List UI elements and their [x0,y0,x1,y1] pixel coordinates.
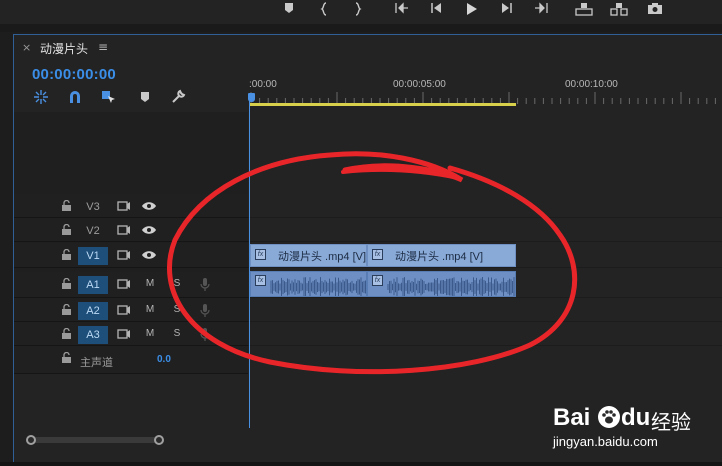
nest-sequence-icon[interactable] [33,89,49,105]
marker-icon[interactable] [280,2,298,18]
solo-button[interactable]: S [171,326,183,342]
master-volume-value[interactable]: 0.0 [157,354,171,365]
zoom-handle-right[interactable] [154,435,164,445]
track-header-master[interactable] [14,346,248,374]
go-to-in-icon[interactable] [393,2,411,18]
microphone-icon[interactable] [196,302,214,318]
lock-icon[interactable] [62,249,71,260]
watermark-brand: Bai [553,404,591,431]
sync-lock-icon[interactable] [115,326,133,342]
ruler-label: 00:00:05:00 [393,79,446,90]
track-name[interactable]: A1 [78,276,108,294]
transport-bar [0,0,722,24]
camera-icon[interactable] [646,2,664,18]
step-forward-icon[interactable] [498,2,516,18]
watermark-jingyan: 经验 [651,410,691,434]
ruler-label: :00:00 [249,79,277,90]
playhead-handle[interactable] [248,93,255,102]
track-header-v2[interactable]: V2 [14,218,248,242]
paw-logo-icon [598,406,620,428]
extract-icon[interactable] [610,2,628,18]
sync-lock-icon[interactable] [115,302,133,318]
eye-icon[interactable] [140,222,158,238]
audio-clip[interactable]: fx [250,271,367,297]
zoom-handle-left[interactable] [26,435,36,445]
fx-badge-icon: fx [255,249,266,260]
track-name[interactable]: A3 [78,326,108,344]
sequence-tab-title[interactable]: 动漫片头 [40,40,88,57]
lock-icon[interactable] [62,328,71,339]
linked-selection-icon[interactable] [101,89,117,105]
lift-icon[interactable] [575,2,593,18]
mute-button[interactable]: M [144,326,156,342]
playhead-line[interactable] [249,100,250,433]
timeline-track-v3[interactable] [248,194,722,218]
track-header-v3[interactable]: V3 [14,194,248,218]
eye-icon[interactable] [140,198,158,214]
bottom-edge [0,462,722,466]
microphone-icon[interactable] [196,276,214,292]
work-area-bar[interactable] [250,103,516,106]
track-name[interactable]: V1 [78,247,108,265]
panel-menu-icon[interactable]: ≡ [98,40,108,54]
track-header-a3[interactable]: A3 M S [14,322,248,346]
ruler-label: 00:00:10:00 [565,79,618,90]
solo-button[interactable]: S [171,276,183,292]
watermark-url: jingyan.baidu.com [553,434,658,449]
microphone-icon[interactable] [196,326,214,342]
audio-waveform [387,277,515,296]
sync-lock-icon[interactable] [115,198,133,214]
sync-lock-icon[interactable] [115,222,133,238]
step-back-icon[interactable] [427,2,445,18]
eye-icon[interactable] [140,247,158,263]
close-tab-icon[interactable]: × [22,41,31,54]
go-to-out-icon[interactable] [532,2,550,18]
mute-button[interactable]: M [144,276,156,292]
solo-button[interactable]: S [171,302,183,318]
playhead-timecode[interactable]: 00:00:00:00 [32,66,116,83]
watermark-brand-suffix: du [621,404,651,431]
lock-icon[interactable] [62,224,71,235]
track-name[interactable]: V2 [78,222,108,240]
lock-icon[interactable] [62,278,71,289]
audio-waveform [270,277,366,296]
master-track-label: 主声道 [80,357,113,369]
clip-label: 动漫片头 .mp4 [V] [395,251,484,263]
track-header-a2[interactable]: A2 M S [14,298,248,322]
clip-label: 动漫片头 .mp4 [V] [278,251,366,263]
sync-lock-icon[interactable] [115,276,133,292]
video-clip[interactable]: fx 动漫片头 .mp4 [V] [250,244,367,267]
track-name[interactable]: A2 [78,302,108,320]
track-header-a1[interactable]: A1 M S [14,272,248,298]
panel-gap [0,24,722,32]
track-name[interactable]: V3 [78,198,108,216]
lock-icon[interactable] [62,200,71,211]
zoom-scrollbar[interactable] [31,437,160,443]
lock-icon[interactable] [62,304,71,315]
wrench-settings-icon[interactable] [170,89,186,105]
timeline-track-v2[interactable] [248,218,722,242]
snap-magnet-icon[interactable] [67,89,83,105]
lock-icon[interactable] [62,352,71,363]
video-clip[interactable]: fx 动漫片头 .mp4 [V] [367,244,516,267]
mark-out-icon[interactable] [348,2,366,18]
audio-clip[interactable]: fx [367,271,516,297]
timeline-track-a2[interactable] [248,298,722,322]
add-marker-icon[interactable] [137,89,153,105]
sync-lock-icon[interactable] [115,247,133,263]
panel-tab-bar: × 动漫片头 ≡ [14,35,722,59]
mark-in-icon[interactable] [316,2,334,18]
track-header-v1[interactable]: V1 [14,243,248,268]
baidu-jingyan-watermark: Bai du 经验 jingyan.baidu.com [553,402,722,458]
mute-button[interactable]: M [144,302,156,318]
play-icon[interactable] [462,2,480,18]
timeline-track-a3[interactable] [248,322,722,346]
fx-badge-icon: fx [372,249,383,260]
